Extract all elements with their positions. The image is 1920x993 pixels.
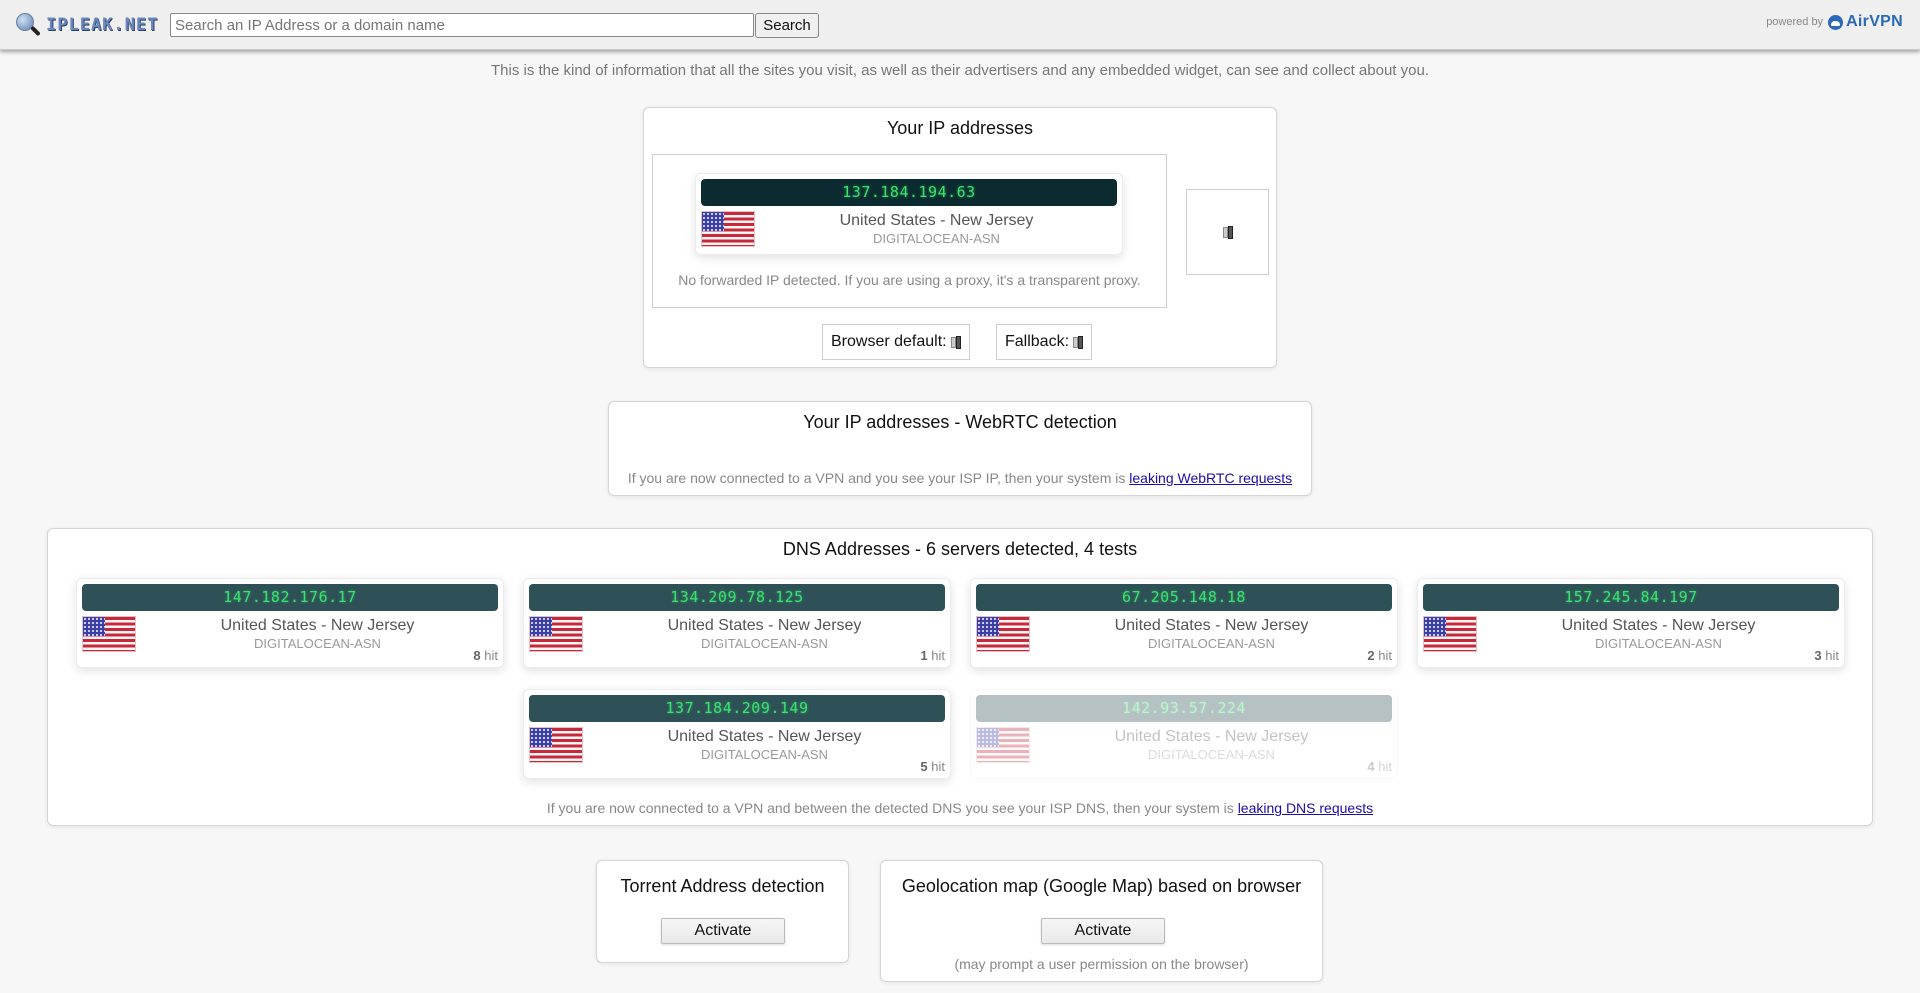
fallback-box: Fallback: bbox=[996, 324, 1093, 360]
us-flag-icon bbox=[1423, 616, 1477, 652]
loading-icon bbox=[1223, 226, 1233, 239]
dns-server-box: 67.205.148.18 United States - New Jersey… bbox=[970, 578, 1398, 668]
dns-asn: DIGITALOCEAN-ASN bbox=[1595, 636, 1722, 651]
your-ip-card: Your IP addresses 137.184.194.63 United … bbox=[643, 107, 1277, 368]
geolocation-card: Geolocation map (Google Map) based on br… bbox=[880, 860, 1323, 982]
dns-server-box: 147.182.176.17 United States - New Jerse… bbox=[76, 578, 504, 668]
ip-location: United States - New Jersey bbox=[839, 212, 1034, 229]
torrent-activate-button[interactable]: Activate bbox=[661, 918, 785, 944]
dns-hit-count: 4 hit bbox=[1367, 759, 1392, 774]
dns-hit-count: 2 hit bbox=[1367, 648, 1392, 663]
browser-default-box: Browser default: bbox=[822, 324, 971, 360]
geolocation-title: Geolocation map (Google Map) based on br… bbox=[901, 876, 1302, 896]
intro-text: This is the kind of information that all… bbox=[490, 62, 1429, 79]
dns-location: United States - New Jersey bbox=[667, 617, 862, 634]
geolocation-note: (may prompt a user permission on the bro… bbox=[954, 956, 1249, 972]
dns-ip[interactable]: 67.205.148.18 bbox=[976, 584, 1392, 611]
dns-title: DNS Addresses - 6 servers detected, 4 te… bbox=[782, 539, 1138, 559]
forwarded-ip-note: No forwarded IP detected. If you are usi… bbox=[678, 272, 1141, 288]
dns-asn: DIGITALOCEAN-ASN bbox=[701, 636, 828, 651]
ip-asn: DIGITALOCEAN-ASN bbox=[873, 231, 1000, 246]
dns-hit-count: 1 hit bbox=[920, 648, 945, 663]
dns-card: DNS Addresses - 6 servers detected, 4 te… bbox=[47, 528, 1873, 826]
us-flag-icon bbox=[701, 211, 755, 247]
torrent-title: Torrent Address detection bbox=[620, 876, 825, 896]
search-button[interactable]: Search bbox=[755, 13, 819, 38]
dns-hit-count: 3 hit bbox=[1814, 648, 1839, 663]
loading-icon bbox=[951, 335, 962, 349]
dns-asn: DIGITALOCEAN-ASN bbox=[701, 747, 828, 762]
geolocation-activate-button[interactable]: Activate bbox=[1041, 918, 1165, 944]
magnifier-icon bbox=[14, 11, 42, 39]
fallback-label: Fallback: bbox=[1005, 333, 1070, 350]
dns-ip[interactable]: 147.182.176.17 bbox=[82, 584, 498, 611]
logo-text: IPLEAK.NET bbox=[46, 15, 159, 35]
dns-asn: DIGITALOCEAN-ASN bbox=[254, 636, 381, 651]
top-bar: IPLEAK.NET Search powered by AirVPN bbox=[0, 0, 1920, 50]
browser-default-label: Browser default: bbox=[831, 333, 947, 350]
dns-ip[interactable]: 157.245.84.197 bbox=[1423, 584, 1839, 611]
dns-asn: DIGITALOCEAN-ASN bbox=[1148, 747, 1275, 762]
torrent-card: Torrent Address detection Activate bbox=[596, 860, 849, 963]
ipv6-status-box bbox=[1186, 189, 1269, 275]
us-flag-icon bbox=[529, 616, 583, 652]
dns-hit-count: 8 hit bbox=[473, 648, 498, 663]
dns-ip[interactable]: 134.209.78.125 bbox=[529, 584, 945, 611]
us-flag-icon bbox=[976, 727, 1030, 763]
us-flag-icon bbox=[976, 616, 1030, 652]
dns-location: United States - New Jersey bbox=[1114, 728, 1309, 745]
dns-ip[interactable]: 137.184.209.149 bbox=[529, 695, 945, 722]
dns-server-box: 157.245.84.197 United States - New Jerse… bbox=[1417, 578, 1845, 668]
dns-leak-link[interactable]: leaking DNS requests bbox=[1238, 800, 1373, 816]
us-flag-icon bbox=[82, 616, 136, 652]
dns-location: United States - New Jersey bbox=[667, 728, 862, 745]
webrtc-note: If you are now connected to a VPN and yo… bbox=[627, 470, 1293, 486]
dns-ip[interactable]: 142.93.57.224 bbox=[976, 695, 1392, 722]
ip-frame: 137.184.194.63 United States - New Jerse… bbox=[652, 154, 1167, 308]
dns-note: If you are now connected to a VPN and be… bbox=[546, 800, 1374, 816]
dns-server-box: 137.184.209.149 United States - New Jers… bbox=[523, 689, 951, 779]
dns-location: United States - New Jersey bbox=[1114, 617, 1309, 634]
webrtc-title: Your IP addresses - WebRTC detection bbox=[803, 412, 1117, 432]
webrtc-leak-link[interactable]: leaking WebRTC requests bbox=[1129, 470, 1292, 486]
dns-location: United States - New Jersey bbox=[220, 617, 415, 634]
dns-server-box: 134.209.78.125 United States - New Jerse… bbox=[523, 578, 951, 668]
dns-location: United States - New Jersey bbox=[1561, 617, 1756, 634]
ip-address-box: 137.184.194.63 United States - New Jerse… bbox=[695, 173, 1123, 255]
dns-hit-count: 5 hit bbox=[920, 759, 945, 774]
ip-address-value[interactable]: 137.184.194.63 bbox=[701, 179, 1117, 206]
site-logo[interactable]: IPLEAK.NET bbox=[14, 10, 158, 40]
airvpn-brand: AirVPN bbox=[1846, 13, 1903, 30]
search-input[interactable] bbox=[170, 13, 754, 37]
airvpn-logo-icon bbox=[1828, 14, 1844, 30]
your-ip-title: Your IP addresses bbox=[886, 118, 1034, 138]
us-flag-icon bbox=[529, 727, 583, 763]
loading-icon bbox=[1073, 335, 1084, 349]
powered-by[interactable]: powered by AirVPN bbox=[1766, 13, 1903, 31]
dns-asn: DIGITALOCEAN-ASN bbox=[1148, 636, 1275, 651]
powered-by-label: powered by bbox=[1766, 16, 1824, 28]
dns-server-box: 142.93.57.224 United States - New Jersey… bbox=[970, 689, 1398, 779]
webrtc-card: Your IP addresses - WebRTC detection If … bbox=[608, 401, 1312, 496]
